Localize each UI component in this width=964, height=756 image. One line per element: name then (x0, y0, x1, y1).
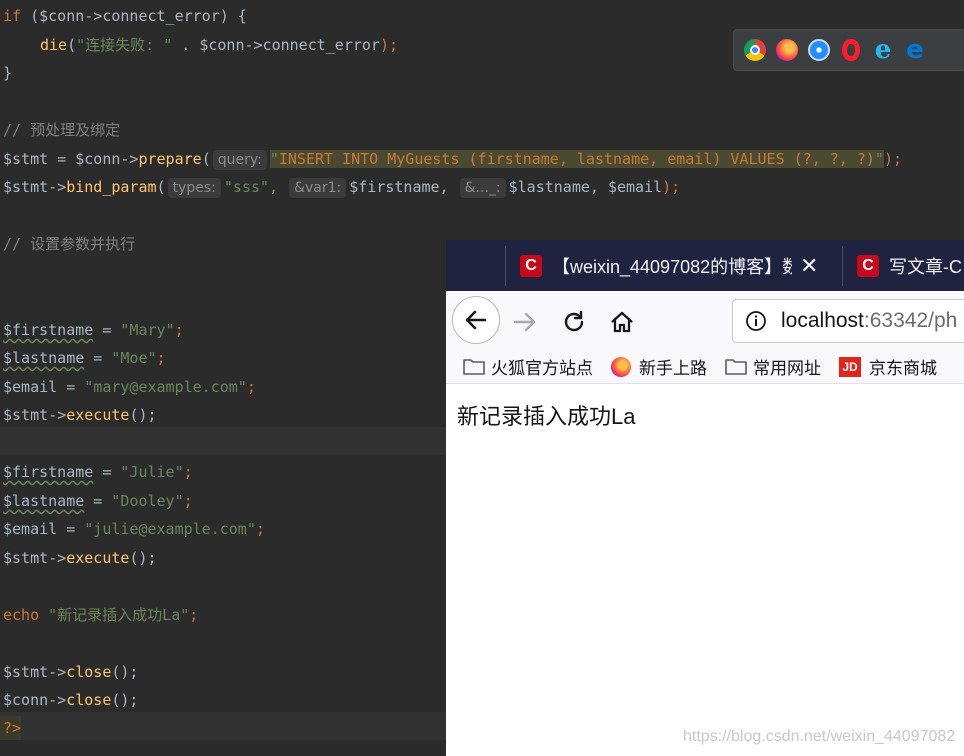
code-line-2[interactable]: die("连接失败: " . $conn->connect_error); (40, 33, 398, 57)
csdn-favicon-icon: C (857, 254, 879, 277)
close-icon[interactable]: ✕ (800, 253, 818, 279)
code-line-lastname-2[interactable]: $lastname = "Dooley"; (3, 489, 193, 513)
page-content: 新记录插入成功La (446, 385, 964, 756)
code-line-conn-close[interactable]: $conn->close(); (3, 688, 138, 712)
arrow-right-icon (513, 312, 536, 332)
tab-separator (505, 246, 506, 286)
url-bar[interactable]: localhost:63342/ph (732, 299, 964, 343)
tab-title: 【weixin_44097082的博客】数 (552, 256, 792, 277)
firefox-window: C 【weixin_44097082的博客】数 ✕ C 写文章-C localh… (446, 240, 964, 756)
code-line-email-1[interactable]: $email = "mary@example.com"; (3, 375, 256, 399)
page-output-text: 新记录插入成功La (457, 404, 636, 429)
param-hint-types: types: (167, 178, 221, 198)
nav-bar: localhost:63342/ph (446, 291, 964, 350)
info-icon[interactable] (745, 310, 767, 332)
code-line-stmt-close[interactable]: $stmt->close(); (3, 660, 138, 684)
forward-button[interactable] (510, 307, 540, 337)
csdn-favicon-icon: C (520, 254, 542, 277)
code-line-prepare[interactable]: $stmt = $conn->prepare(query: "INSERT INT… (3, 147, 902, 171)
firefox-icon (611, 356, 631, 377)
ie-icon[interactable]: e (872, 37, 894, 63)
watermark: https://blog.csdn.net/weixin_44097082 (683, 728, 956, 745)
code-line-3[interactable]: } (3, 61, 12, 85)
code-line-1[interactable]: if ($conn->connect_error) { (3, 4, 247, 28)
php-close-tag[interactable]: ?> (0, 716, 22, 740)
comment-bind[interactable]: // 预处理及绑定 (3, 118, 120, 142)
bookmarks-toolbar: 火狐官方站点 新手上路 常用网址 JD 京东商城 (446, 350, 964, 384)
firefox-icon[interactable] (776, 39, 798, 61)
browser-chooser: e e (733, 29, 964, 71)
folder-icon (725, 359, 747, 375)
safari-icon[interactable] (808, 39, 830, 61)
code-line-firstname-2[interactable]: $firstname = "Julie"; (3, 460, 193, 484)
tab-csdn-blog[interactable]: C 【weixin_44097082的博客】数 ✕ (520, 240, 830, 291)
sql-string: INSERT INTO MyGuests (firstname, lastnam… (278, 150, 875, 168)
code-line-echo[interactable]: echo "新记录插入成功La"; (3, 603, 198, 627)
bookmark-common-sites[interactable]: 常用网址 (725, 354, 821, 379)
code-line-lastname-1[interactable]: $lastname = "Moe"; (3, 346, 166, 370)
tab-title: 写文章-C (889, 256, 962, 277)
code-line-bind-param[interactable]: $stmt->bind_param(types: "sss", &var1: $fi… (3, 175, 680, 199)
tab-write-article[interactable]: C 写文章-C (857, 240, 964, 291)
bookmark-firefox-official[interactable]: 火狐官方站点 (463, 354, 593, 379)
home-button[interactable] (607, 307, 637, 337)
reload-button[interactable] (559, 307, 589, 337)
opera-icon[interactable] (842, 39, 860, 61)
back-button[interactable] (452, 296, 500, 344)
bookmark-jd[interactable]: JD 京东商城 (839, 354, 937, 379)
reload-icon (564, 310, 584, 332)
arrow-left-icon (465, 310, 487, 330)
url-host: localhost (781, 309, 864, 332)
url-path: :63342/ph (863, 309, 958, 332)
folder-icon (463, 359, 485, 375)
code-line-email-2[interactable]: $email = "julie@example.com"; (3, 517, 265, 541)
param-hint-varargs: &..._: (459, 178, 506, 198)
bookmark-getting-started[interactable]: 新手上路 (611, 354, 707, 379)
edge-icon[interactable]: e (904, 37, 926, 63)
code-line-execute-1[interactable]: $stmt->execute(); (3, 403, 157, 427)
tab-bar: C 【weixin_44097082的博客】数 ✕ C 写文章-C (446, 240, 964, 291)
jd-logo-icon: JD (839, 356, 861, 377)
comment-execute[interactable]: // 设置参数并执行 (3, 232, 135, 256)
param-hint-var1: &var1: (289, 178, 347, 198)
code-line-firstname-1[interactable]: $firstname = "Mary"; (3, 318, 184, 342)
code-line-execute-2[interactable]: $stmt->execute(); (3, 546, 157, 570)
param-hint-query: query: (212, 150, 267, 170)
home-icon (611, 311, 633, 333)
chrome-icon[interactable] (744, 39, 766, 61)
tab-separator (842, 246, 843, 286)
